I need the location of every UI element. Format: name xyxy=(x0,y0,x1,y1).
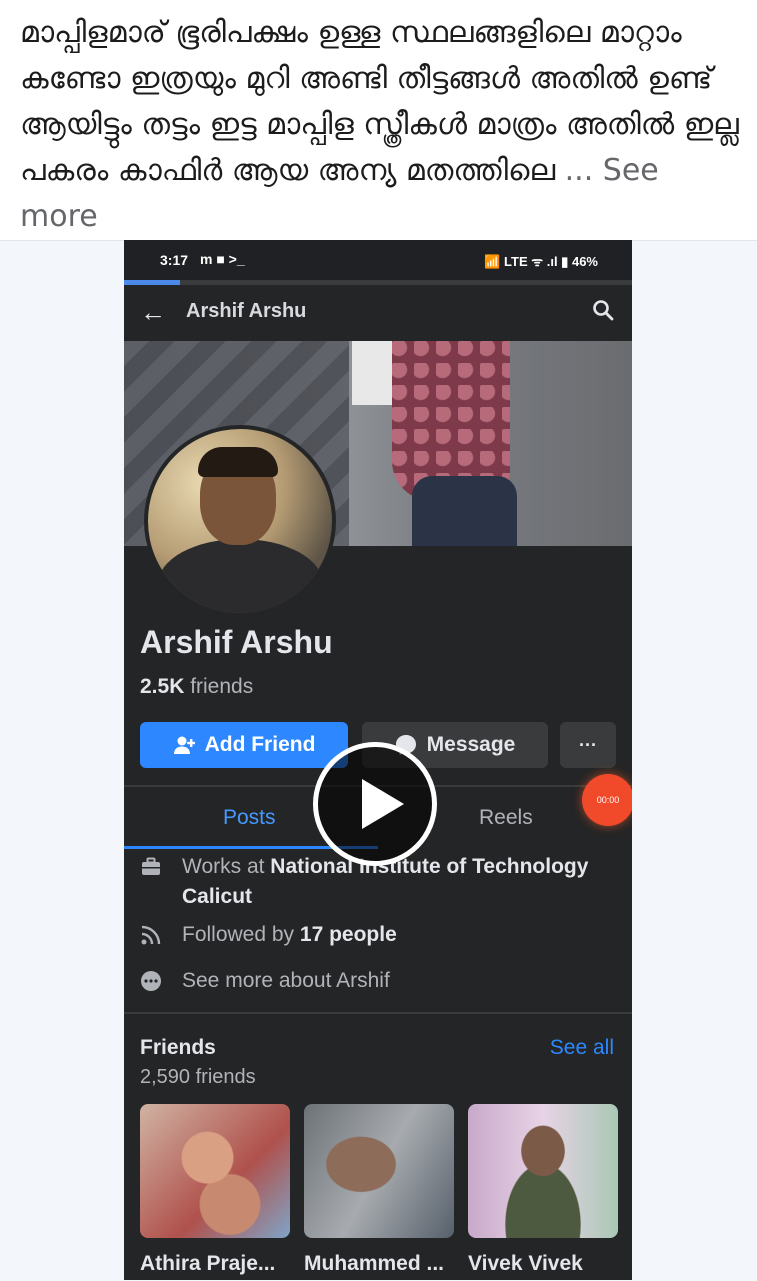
message-label: Message xyxy=(426,733,516,756)
post-text: മാപ്പിളമാര് ഭൂരിപക്ഷം ഉള്ള സ്ഥലങ്ങളിലെ മ… xyxy=(20,10,740,240)
app-bar: ← Arshif Arshu xyxy=(124,285,632,341)
see-more-about-label: See more about Arshif xyxy=(182,969,390,992)
friends-subtitle: 2,590 friends xyxy=(140,1066,256,1088)
friend-name: Muhammed ... xyxy=(304,1252,445,1275)
more-dots-icon xyxy=(141,971,161,991)
add-person-icon xyxy=(173,736,195,754)
friend-name: Vivek Vivek xyxy=(468,1252,583,1275)
friends-count-value: 2.5K xyxy=(140,675,185,698)
followed-prefix: Followed by xyxy=(182,923,300,946)
avatar[interactable] xyxy=(144,425,336,617)
status-left-icons: m ■ >_ xyxy=(200,251,245,267)
see-all-friends-link[interactable]: See all xyxy=(550,1036,614,1060)
status-time: 3:17 xyxy=(160,252,189,268)
signal-icons: 📶 LTE ᯤ .ıl ▮ xyxy=(484,254,569,269)
followed-count[interactable]: 17 people xyxy=(300,923,397,946)
friend-tile[interactable]: Athira Praje... xyxy=(140,1104,290,1276)
play-button[interactable] xyxy=(313,742,437,866)
post-ellipsis: ... xyxy=(564,153,603,188)
briefcase-icon xyxy=(142,857,160,875)
play-icon xyxy=(362,779,404,829)
back-arrow-icon[interactable]: ← xyxy=(140,297,166,328)
work-prefix: Works at xyxy=(182,855,271,878)
add-friend-label: Add Friend xyxy=(204,733,316,756)
profile-friends-count: 2.5K friends xyxy=(140,675,253,699)
friends-count-label: friends xyxy=(184,675,254,698)
friend-photo xyxy=(140,1104,290,1238)
friend-tile[interactable]: Vivek Vivek xyxy=(468,1104,618,1276)
search-icon[interactable] xyxy=(592,299,614,326)
add-friend-button[interactable]: Add Friend xyxy=(140,722,348,768)
friend-photo xyxy=(468,1104,618,1238)
friend-photo xyxy=(304,1104,454,1238)
rss-icon xyxy=(141,925,161,945)
tab-posts[interactable]: Posts xyxy=(223,806,276,830)
recording-indicator[interactable]: 00:00 xyxy=(582,774,632,826)
status-bar: 3:17 m ■ >_ 📶 LTE ᯤ .ıl ▮ 46% xyxy=(124,240,632,280)
friends-title: Friends xyxy=(140,1036,216,1059)
friend-name: Athira Praje... xyxy=(140,1252,276,1275)
status-right-icons: 📶 LTE ᯤ .ıl ▮ 46% xyxy=(484,252,598,270)
section-divider xyxy=(124,1012,632,1014)
tab-reels[interactable]: Reels xyxy=(479,806,533,830)
app-bar-title: Arshif Arshu xyxy=(186,300,307,322)
profile-name: Arshif Arshu xyxy=(140,624,333,660)
battery-level: 46% xyxy=(571,254,598,269)
friend-tile[interactable]: Muhammed ... xyxy=(304,1104,454,1276)
more-options-button[interactable]: ··· xyxy=(560,722,616,768)
